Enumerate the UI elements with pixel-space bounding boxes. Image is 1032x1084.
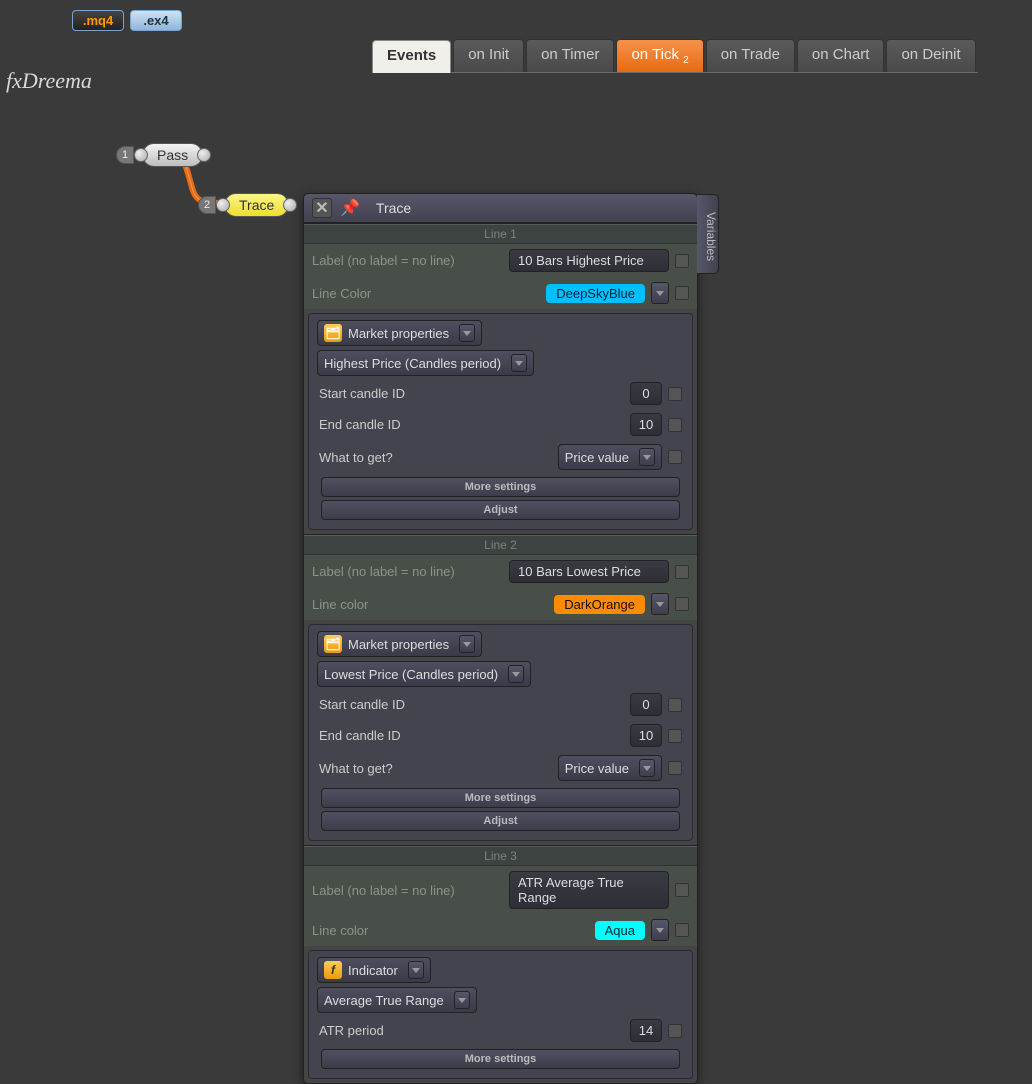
- tab-on-deinit[interactable]: on Deinit: [886, 39, 975, 72]
- line2-color-checkbox[interactable]: [675, 597, 689, 611]
- line1-section: Line 1 Label (no label = no line) 10 Bar…: [304, 223, 697, 530]
- node-trace-number: 2: [198, 196, 216, 214]
- line3-more-settings-button[interactable]: More settings: [321, 1049, 680, 1069]
- canvas[interactable]: 1 Pass 2 Trace ✕ 📌 Trace Variables Line …: [0, 73, 1032, 913]
- line1-start-candle-input[interactable]: 0: [630, 382, 662, 405]
- line1-label-checkbox[interactable]: [675, 254, 689, 268]
- line2-end-candle-label: End candle ID: [319, 728, 624, 743]
- line2-what-to-get-label: What to get?: [319, 761, 552, 776]
- line1-color-dropdown[interactable]: [651, 282, 669, 304]
- line1-color-label: Line Color: [312, 286, 540, 301]
- node-trace-label: Trace: [224, 193, 289, 217]
- line2-label-field-label: Label (no label = no line): [312, 564, 503, 579]
- line3-header: Line 3: [304, 846, 697, 866]
- topbar: .mq4 .ex4: [0, 0, 1032, 31]
- tab-on-init[interactable]: on Init: [453, 39, 524, 72]
- line2-label-checkbox[interactable]: [675, 565, 689, 579]
- line3-color-dropdown[interactable]: [651, 919, 669, 941]
- event-tabs: Events on Init on Timer on Tick 2 on Tra…: [372, 39, 978, 73]
- node-pass-input-connector[interactable]: [134, 148, 148, 162]
- line2-more-settings-button[interactable]: More settings: [321, 788, 680, 808]
- line3-atr-period-label: ATR period: [319, 1023, 624, 1038]
- tab-events[interactable]: Events: [372, 40, 451, 73]
- indicator-icon: f: [324, 961, 342, 979]
- panel-titlebar[interactable]: ✕ 📌 Trace: [304, 194, 697, 223]
- line1-start-candle-label: Start candle ID: [319, 386, 624, 401]
- line2-source-type-dropdown[interactable]: 🗂 Market properties: [317, 631, 482, 657]
- line1-color-checkbox[interactable]: [675, 286, 689, 300]
- line3-atr-period-input[interactable]: 14: [630, 1019, 662, 1042]
- line3-atr-period-checkbox[interactable]: [668, 1024, 682, 1038]
- line2-end-candle-checkbox[interactable]: [668, 729, 682, 743]
- line2-end-candle-input[interactable]: 10: [630, 724, 662, 747]
- line3-source-type-dropdown[interactable]: f Indicator: [317, 957, 431, 983]
- line1-end-candle-checkbox[interactable]: [668, 418, 682, 432]
- line1-source-type-dropdown[interactable]: 🗂 Market properties: [317, 320, 482, 346]
- line1-what-to-get-dropdown[interactable]: Price value: [558, 444, 662, 470]
- line2-start-candle-input[interactable]: 0: [630, 693, 662, 716]
- line1-color-chip[interactable]: DeepSkyBlue: [546, 284, 645, 303]
- line2-color-dropdown[interactable]: [651, 593, 669, 615]
- tab-on-tick[interactable]: on Tick 2: [616, 39, 703, 72]
- line3-label-field-label: Label (no label = no line): [312, 883, 503, 898]
- line2-what-to-get-dropdown[interactable]: Price value: [558, 755, 662, 781]
- line2-price-dropdown[interactable]: Lowest Price (Candles period): [317, 661, 531, 687]
- node-trace[interactable]: 2 Trace: [198, 193, 297, 217]
- line1-adjust-button[interactable]: Adjust: [321, 500, 680, 520]
- ex4-button[interactable]: .ex4: [130, 10, 182, 31]
- line1-source-panel: 🗂 Market properties Highest Price (Candl…: [308, 313, 693, 530]
- line3-label-input[interactable]: ATR Average True Range: [509, 871, 669, 909]
- line2-header: Line 2: [304, 535, 697, 555]
- line3-color-chip[interactable]: Aqua: [595, 921, 645, 940]
- line1-what-to-get-label: What to get?: [319, 450, 552, 465]
- trace-properties-panel: ✕ 📌 Trace Variables Line 1 Label (no lab…: [303, 193, 698, 1084]
- line1-end-candle-label: End candle ID: [319, 417, 624, 432]
- tab-on-timer[interactable]: on Timer: [526, 39, 614, 72]
- node-pass-output-connector[interactable]: [197, 148, 211, 162]
- header: .mq4 .ex4 Events on Init on Timer on Tic…: [0, 0, 1032, 73]
- panel-title: Trace: [376, 200, 411, 216]
- line2-adjust-button[interactable]: Adjust: [321, 811, 680, 831]
- line1-header: Line 1: [304, 224, 697, 244]
- node-pass-label: Pass: [142, 143, 203, 167]
- file-buttons: .mq4 .ex4: [72, 10, 182, 31]
- line3-source-panel: f Indicator Average True Range ATR perio…: [308, 950, 693, 1079]
- pin-icon[interactable]: 📌: [340, 198, 360, 218]
- tab-on-chart[interactable]: on Chart: [797, 39, 885, 72]
- line2-section: Line 2 Label (no label = no line) 10 Bar…: [304, 534, 697, 841]
- node-trace-input-connector[interactable]: [216, 198, 230, 212]
- close-icon[interactable]: ✕: [312, 198, 332, 218]
- line2-label-input[interactable]: 10 Bars Lowest Price: [509, 560, 669, 583]
- variables-side-tab[interactable]: Variables: [697, 194, 719, 274]
- market-icon: 🗂: [324, 324, 342, 342]
- node-pass-number: 1: [116, 146, 134, 164]
- line1-more-settings-button[interactable]: More settings: [321, 477, 680, 497]
- line2-color-chip[interactable]: DarkOrange: [554, 595, 645, 614]
- line3-color-label: Line color: [312, 923, 589, 938]
- line1-label-field-label: Label (no label = no line): [312, 253, 503, 268]
- line3-indicator-dropdown[interactable]: Average True Range: [317, 987, 477, 1013]
- market-icon: 🗂: [324, 635, 342, 653]
- mq4-button[interactable]: .mq4: [72, 10, 124, 31]
- line1-start-candle-checkbox[interactable]: [668, 387, 682, 401]
- line2-start-candle-label: Start candle ID: [319, 697, 624, 712]
- line1-end-candle-input[interactable]: 10: [630, 413, 662, 436]
- line2-start-candle-checkbox[interactable]: [668, 698, 682, 712]
- node-pass[interactable]: 1 Pass: [116, 143, 211, 167]
- line3-label-checkbox[interactable]: [675, 883, 689, 897]
- line3-section: Line 3 Label (no label = no line) ATR Av…: [304, 845, 697, 1079]
- tab-on-trade[interactable]: on Trade: [706, 39, 795, 72]
- line1-what-to-get-checkbox[interactable]: [668, 450, 682, 464]
- line1-price-dropdown[interactable]: Highest Price (Candles period): [317, 350, 534, 376]
- line2-source-panel: 🗂 Market properties Lowest Price (Candle…: [308, 624, 693, 841]
- line1-label-input[interactable]: 10 Bars Highest Price: [509, 249, 669, 272]
- line2-color-label: Line color: [312, 597, 548, 612]
- line3-color-checkbox[interactable]: [675, 923, 689, 937]
- line2-what-to-get-checkbox[interactable]: [668, 761, 682, 775]
- node-trace-output-connector[interactable]: [283, 198, 297, 212]
